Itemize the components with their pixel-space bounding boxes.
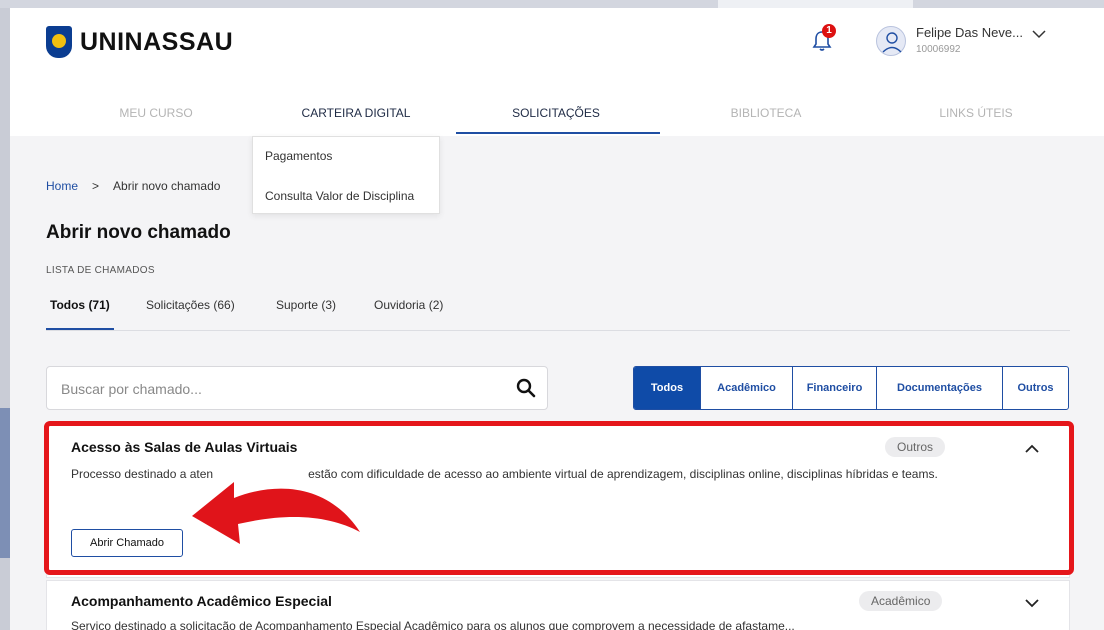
breadcrumb: Home > Abrir novo chamado [46, 179, 220, 193]
description-end: estão com dificuldade de acesso ao ambie… [308, 467, 938, 481]
tabs-divider [46, 330, 1070, 331]
main-nav: MEU CURSO CARTEIRA DIGITAL SOLICITAÇÕES … [10, 100, 1104, 136]
search-box [46, 366, 548, 410]
nav-item-solicitacoes[interactable]: SOLICITAÇÕES [456, 106, 656, 120]
tab-todos[interactable]: Todos (71) [50, 298, 110, 312]
user-menu-chevron-down-icon[interactable] [1032, 26, 1046, 42]
tab-suporte[interactable]: Suporte (3) [276, 298, 336, 312]
red-arrow-annotation [192, 482, 360, 544]
ticket-card-description: Serviço destinado a solicitação de Acomp… [71, 619, 795, 630]
nav-item-carteira-digital[interactable]: CARTEIRA DIGITAL [256, 106, 456, 120]
tab-ouvidoria[interactable]: Ouvidoria (2) [374, 298, 443, 312]
window-top-strip-light [718, 0, 913, 8]
user-id: 10006992 [916, 44, 961, 55]
page-title: Abrir novo chamado [46, 222, 231, 243]
chevron-up-icon[interactable] [1025, 441, 1039, 457]
filter-academico[interactable]: Acadêmico [700, 367, 792, 409]
breadcrumb-current: Abrir novo chamado [113, 179, 221, 193]
notification-bell-icon[interactable]: 1 [812, 24, 836, 52]
search-input[interactable] [61, 378, 491, 400]
filter-documentacoes[interactable]: Documentações [876, 367, 1002, 409]
open-ticket-button[interactable]: Abrir Chamado [71, 529, 183, 557]
dropdown-item-pagamentos[interactable]: Pagamentos [265, 149, 332, 163]
left-edge-decoration [0, 408, 10, 558]
window-top-strip [0, 0, 1104, 8]
notification-count-badge: 1 [822, 24, 836, 38]
carteira-digital-dropdown: Pagamentos Consulta Valor de Disciplina [252, 136, 440, 214]
list-title: LISTA DE CHAMADOS [46, 265, 155, 276]
chevron-down-icon[interactable] [1025, 595, 1039, 611]
ticket-card-title[interactable]: Acompanhamento Acadêmico Especial [71, 593, 332, 609]
ticket-card-title[interactable]: Acesso às Salas de Aulas Virtuais [71, 439, 297, 455]
brand-name: UNINASSAU [80, 27, 234, 56]
avatar[interactable] [876, 26, 906, 56]
breadcrumb-home[interactable]: Home [46, 179, 78, 193]
nav-item-meu-curso[interactable]: MEU CURSO [56, 106, 256, 120]
user-name[interactable]: Felipe Das Neve... [916, 25, 1023, 40]
dropdown-item-consulta-valor[interactable]: Consulta Valor de Disciplina [265, 189, 414, 203]
category-badge: Acadêmico [859, 591, 943, 611]
filter-outros[interactable]: Outros [1002, 367, 1068, 409]
breadcrumb-separator: > [92, 179, 100, 193]
category-filters: Todos Acadêmico Financeiro Documentações… [633, 366, 1069, 410]
filter-financeiro[interactable]: Financeiro [792, 367, 876, 409]
category-badge: Outros [885, 437, 946, 457]
nav-active-indicator [456, 132, 660, 134]
nav-item-links-uteis[interactable]: LINKS ÚTEIS [876, 106, 1076, 120]
tab-solicitacoes[interactable]: Solicitações (66) [146, 298, 235, 312]
search-icon[interactable] [515, 377, 537, 399]
logo[interactable]: UNINASSAU [46, 26, 233, 58]
header: UNINASSAU 1 Felipe Das Neve... 10006992 … [10, 8, 1104, 148]
nav-item-biblioteca[interactable]: BIBLIOTECA [666, 106, 866, 120]
filter-todos[interactable]: Todos [634, 367, 700, 409]
shield-logo-icon [46, 26, 72, 58]
ticket-card: Acompanhamento Acadêmico Especial Acadêm… [46, 580, 1070, 630]
app-frame: UNINASSAU 1 Felipe Das Neve... 10006992 … [10, 8, 1104, 630]
tab-active-indicator [46, 328, 114, 330]
